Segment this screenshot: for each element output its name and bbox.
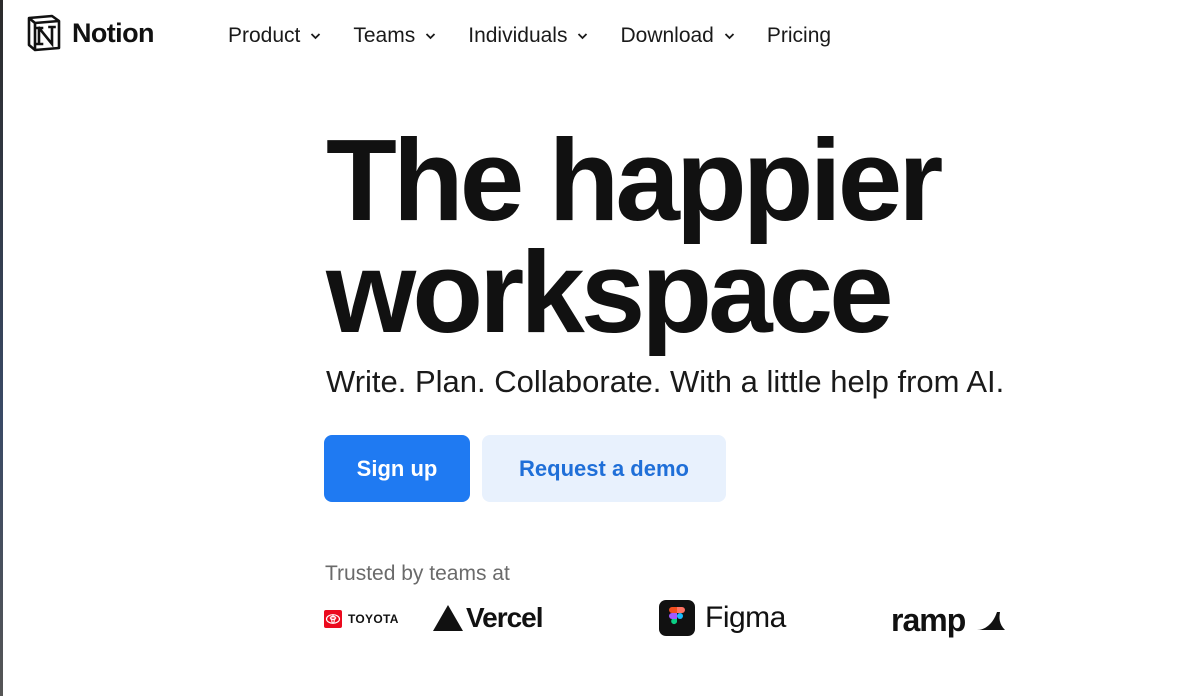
hero-title-line-1: The happier <box>326 115 943 245</box>
vercel-logo: Vercel <box>432 602 544 634</box>
nav-item-label: Pricing <box>766 24 832 47</box>
nav-item-product[interactable]: Product <box>228 20 321 52</box>
nav-item-teams[interactable]: Teams <box>353 20 436 52</box>
figma-logo: Figma <box>659 600 786 636</box>
chevron-down-icon <box>578 33 588 40</box>
nav-item-pricing[interactable]: Pricing <box>767 20 831 52</box>
notion-logo-link[interactable]: Notion <box>26 14 154 52</box>
sign-up-button[interactable]: Sign up <box>324 435 470 502</box>
chevron-down-icon <box>426 33 436 40</box>
nav-item-label: Download <box>620 24 714 47</box>
nav-item-label: Teams <box>353 24 416 47</box>
vercel-triangle-icon <box>433 605 463 631</box>
brand-name: Notion <box>72 17 154 48</box>
ramp-logo: ramp <box>891 602 1007 639</box>
main-menu: Product Teams Individuals Download Prici… <box>228 20 863 52</box>
toyota-logo-icon <box>324 610 342 628</box>
figma-logo-icon <box>659 600 695 636</box>
hero-title-line-2: workspace <box>326 227 894 357</box>
request-demo-button[interactable]: Request a demo <box>482 435 726 502</box>
figma-wordmark: Figma <box>705 601 786 634</box>
window-edge <box>0 0 3 696</box>
nav-item-label: Individuals <box>468 24 568 47</box>
nav-item-label: Product <box>228 24 301 47</box>
trusted-by-label: Trusted by teams at <box>325 562 510 585</box>
chevron-down-icon <box>311 33 321 40</box>
vercel-wordmark: Vercel <box>466 602 544 633</box>
ramp-logo-icon <box>977 611 1006 630</box>
hero-title: The happier workspace <box>326 115 943 357</box>
chevron-down-icon <box>724 33 735 40</box>
nav-item-individuals[interactable]: Individuals <box>468 20 588 52</box>
ramp-wordmark: ramp <box>891 602 966 638</box>
customer-logos: TOYOTA Vercel Figma ramp <box>0 596 1200 646</box>
top-navigation: Notion Product Teams Individuals Downloa… <box>0 0 1200 72</box>
toyota-wordmark: TOYOTA <box>348 612 399 626</box>
hero-subtitle: Write. Plan. Collaborate. With a little … <box>326 364 1005 399</box>
toyota-logo: TOYOTA <box>324 610 399 628</box>
notion-logo-icon <box>27 14 61 52</box>
nav-item-download[interactable]: Download <box>620 20 735 52</box>
